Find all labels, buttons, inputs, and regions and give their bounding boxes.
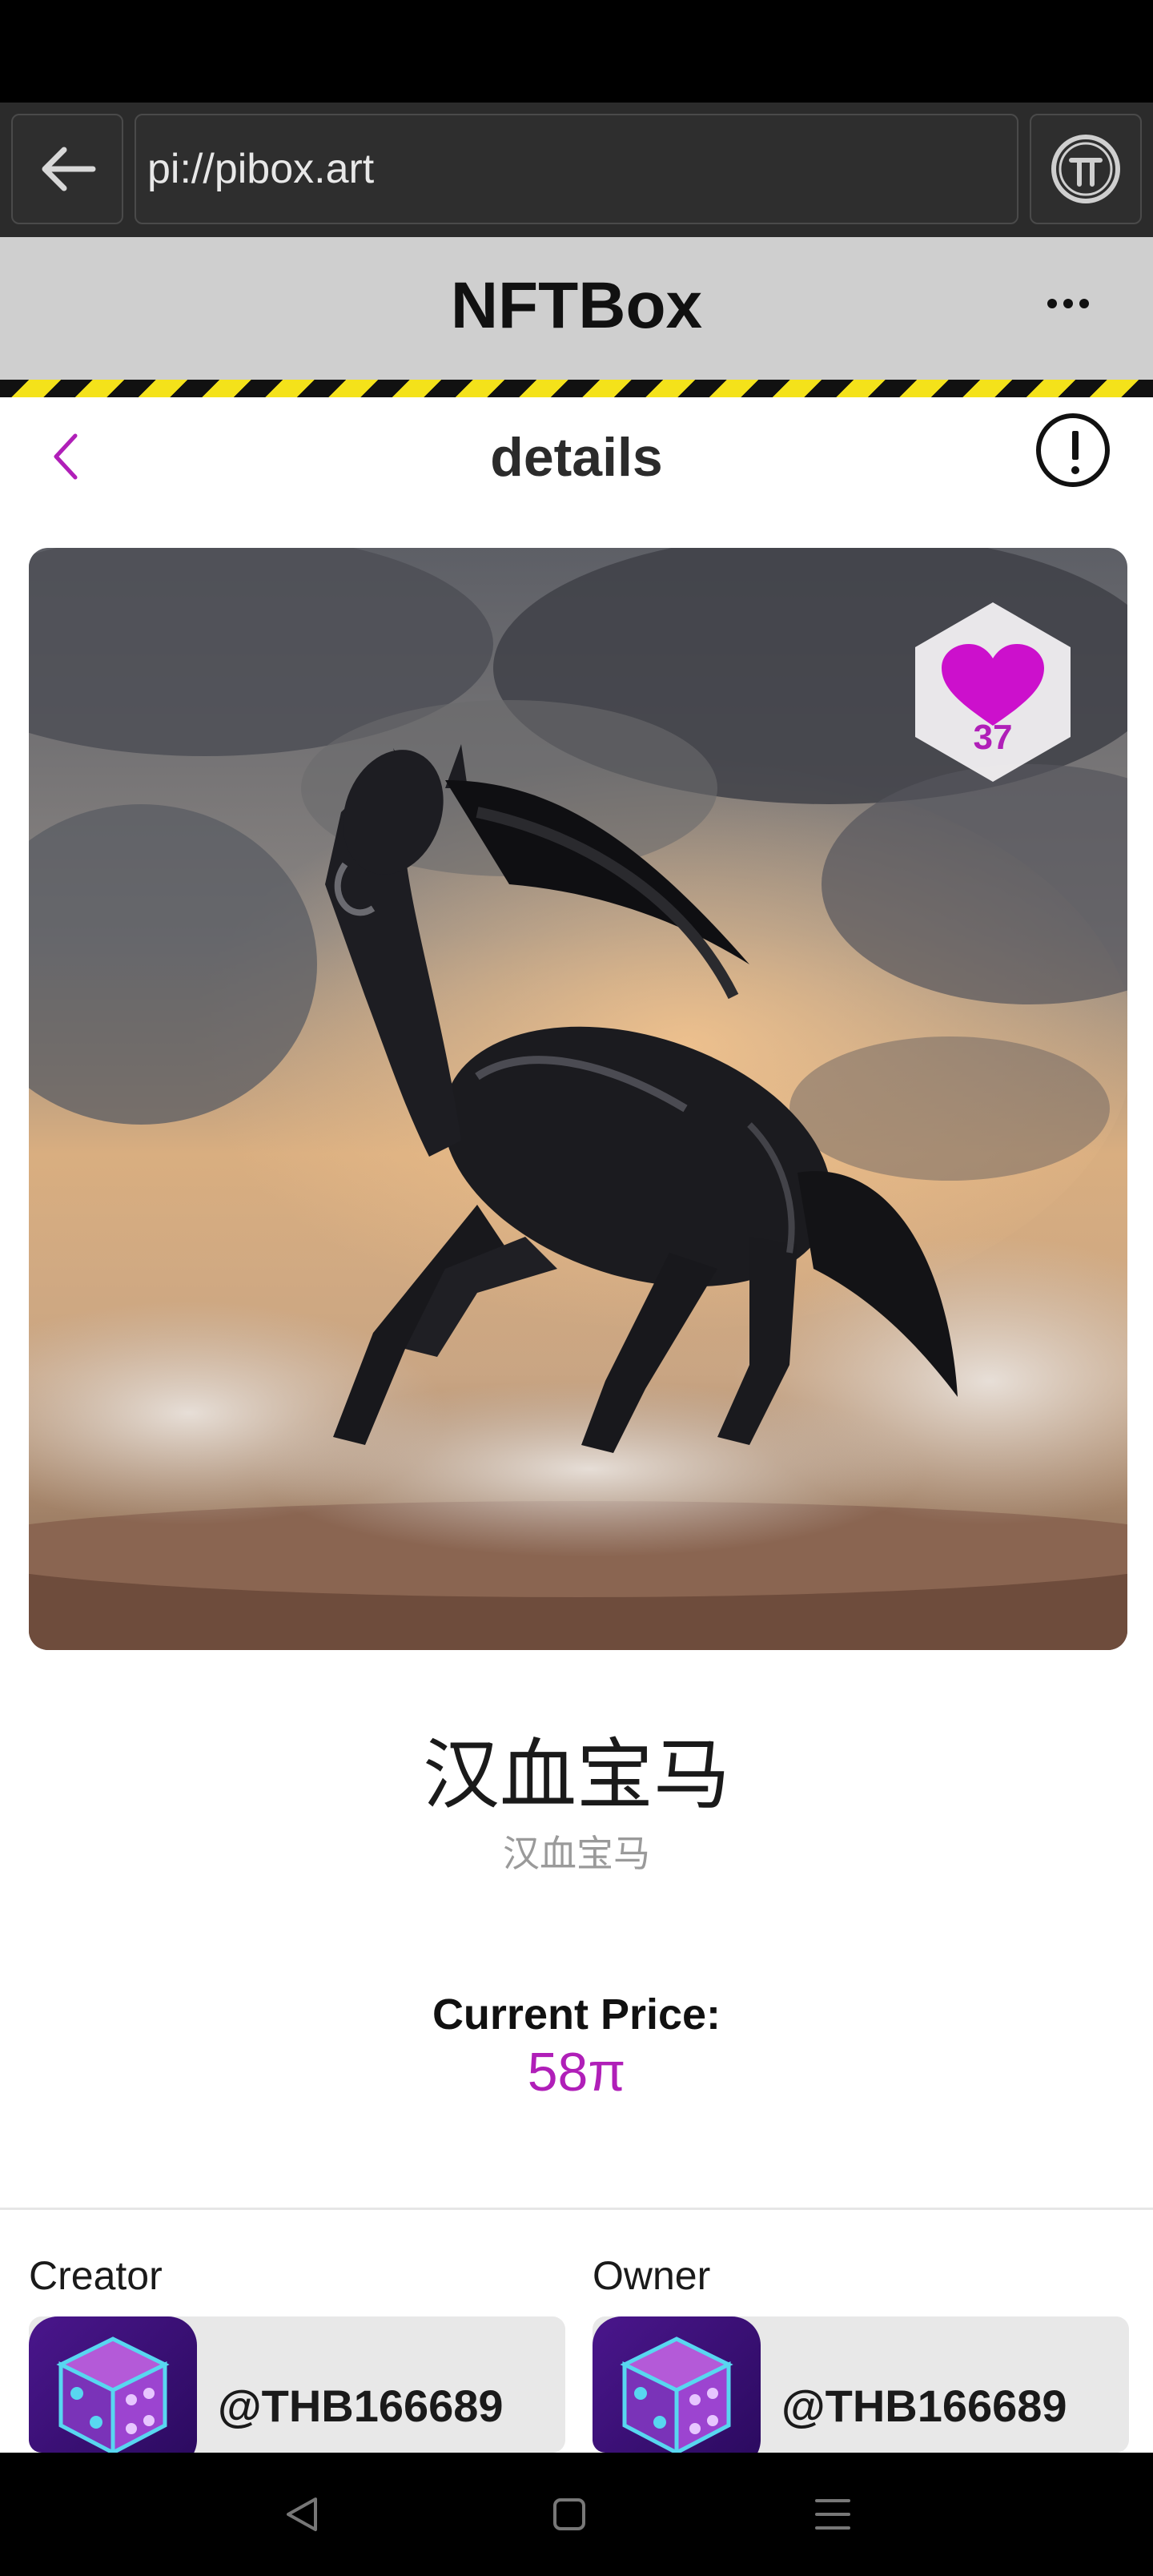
url-text: pi://pibox.art	[147, 146, 375, 192]
browser-back-button[interactable]	[11, 114, 123, 224]
arrow-left-icon	[42, 147, 96, 191]
nft-subtitle: 汉血宝马	[503, 1832, 650, 1875]
status-bar	[0, 0, 1153, 103]
like-count: 37	[973, 718, 1013, 757]
hazard-stripe-divider	[0, 380, 1153, 397]
more-dots-icon[interactable]	[1044, 298, 1092, 312]
dice-icon	[56, 2337, 170, 2453]
like-button[interactable]: 37	[897, 596, 1089, 788]
owner-label: Owner	[593, 2253, 711, 2298]
nft-title: 汉血宝马	[423, 1730, 730, 1820]
browser-toolbar: pi://pibox.art	[0, 103, 1153, 237]
price-label: Current Price:	[432, 1990, 721, 2039]
owner-username: @THB166689	[781, 2381, 1067, 2431]
pi-browser-button[interactable]	[1030, 114, 1142, 224]
creator-label: Creator	[29, 2253, 163, 2298]
nav-home-icon[interactable]	[551, 2496, 588, 2533]
section-divider	[0, 2208, 1153, 2210]
details-header: details	[0, 397, 1153, 517]
system-navigation-bar	[0, 2453, 1153, 2576]
dice-icon	[620, 2337, 733, 2453]
app-title: NFTBox	[450, 269, 703, 342]
page-title: details	[490, 427, 663, 488]
avatar	[29, 2316, 197, 2453]
creator-card[interactable]: @THB166689	[29, 2316, 565, 2453]
heart-icon	[942, 644, 1044, 726]
nav-recents-icon[interactable]	[814, 2498, 852, 2531]
pi-logo-icon	[1051, 135, 1120, 203]
avatar	[593, 2316, 761, 2453]
exclamation-circle-icon[interactable]	[1036, 413, 1110, 487]
creator-username: @THB166689	[218, 2381, 504, 2431]
owner-card[interactable]: @THB166689	[593, 2316, 1129, 2453]
address-bar[interactable]: pi://pibox.art	[135, 114, 1018, 224]
app-header: NFTBox	[0, 237, 1153, 380]
price-value: 58π	[527, 2042, 626, 2103]
nav-back-icon[interactable]	[283, 2494, 320, 2534]
